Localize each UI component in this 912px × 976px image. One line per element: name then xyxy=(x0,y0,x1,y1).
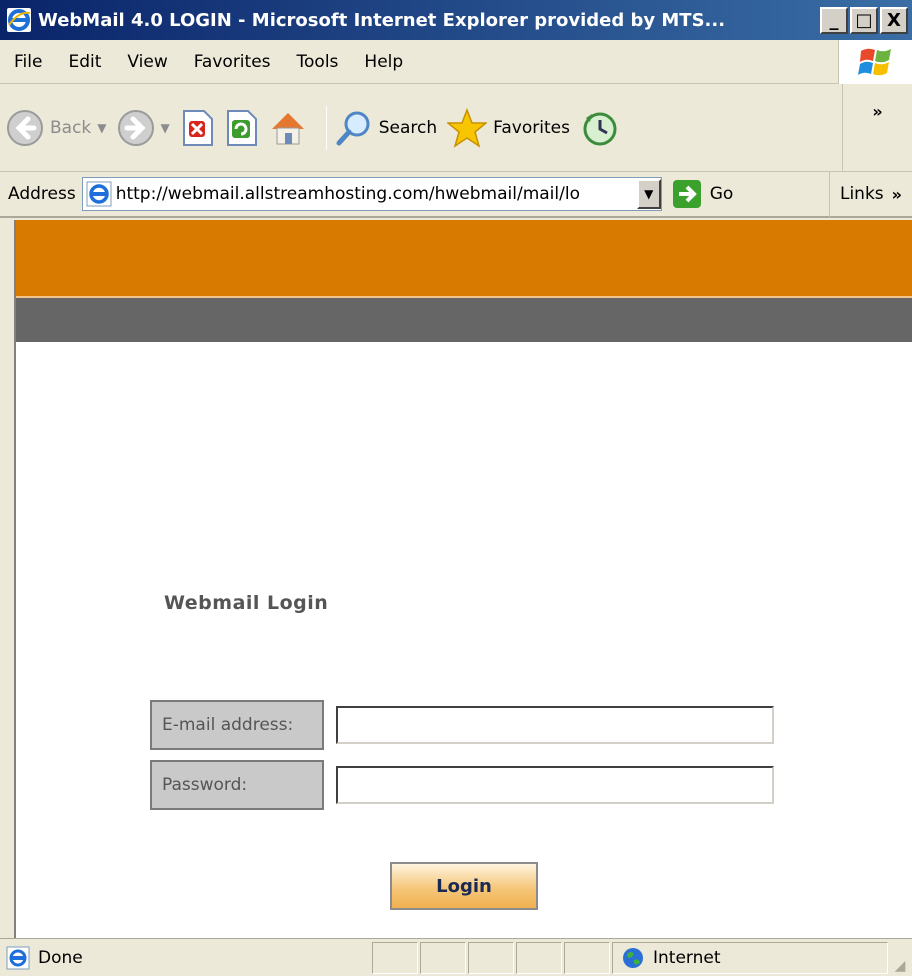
forward-dropdown-icon[interactable]: ▼ xyxy=(161,121,170,135)
home-button[interactable] xyxy=(268,109,308,147)
status-main: Done xyxy=(0,946,372,970)
forward-button[interactable]: ▼ xyxy=(117,109,170,147)
go-label: Go xyxy=(709,184,734,204)
window-title: WebMail 4.0 LOGIN - Microsoft Internet E… xyxy=(38,9,726,31)
back-arrow-icon xyxy=(7,109,43,146)
menu-bar: File Edit View Favorites Tools Help xyxy=(0,39,912,84)
status-bar: Done Internet ◢ xyxy=(0,938,912,976)
close-icon: X xyxy=(887,9,901,31)
status-cell xyxy=(564,941,610,974)
search-label: Search xyxy=(378,117,438,138)
address-dropdown-button[interactable]: ▼ xyxy=(636,179,661,209)
nav-band xyxy=(16,298,912,342)
go-button[interactable]: Go xyxy=(672,179,734,209)
status-cell xyxy=(516,941,562,974)
chevron-down-icon: ▼ xyxy=(644,187,654,201)
ie-logo-icon xyxy=(7,8,31,32)
login-button[interactable]: Login xyxy=(390,862,538,910)
search-icon xyxy=(336,111,370,145)
refresh-button[interactable] xyxy=(224,109,258,147)
history-button[interactable] xyxy=(580,108,620,148)
refresh-icon xyxy=(226,109,257,146)
password-field[interactable] xyxy=(336,766,774,804)
minimize-icon: _ xyxy=(829,9,839,31)
minimize-button[interactable]: _ xyxy=(820,6,848,34)
favorites-button[interactable]: Favorites xyxy=(447,107,570,148)
menu-help[interactable]: Help xyxy=(350,52,415,72)
address-field[interactable]: http://webmail.allstreamhosting.com/hweb… xyxy=(81,177,662,211)
address-bar: Address http://webmail.allstreamhosting.… xyxy=(0,171,912,218)
maximize-button[interactable]: □ xyxy=(850,6,878,34)
toolbar-separator xyxy=(325,105,327,150)
password-label: Password: xyxy=(150,760,324,810)
search-button[interactable]: Search xyxy=(335,109,437,147)
favorites-star-icon xyxy=(447,107,488,148)
status-cell xyxy=(468,941,514,974)
window-titlebar[interactable]: WebMail 4.0 LOGIN - Microsoft Internet E… xyxy=(0,0,912,40)
status-text: Done xyxy=(38,947,83,968)
back-button[interactable]: Back ▼ xyxy=(6,109,107,147)
home-icon xyxy=(271,112,304,144)
history-icon xyxy=(583,112,617,145)
menu-favorites[interactable]: Favorites xyxy=(180,52,283,72)
links-toolbar[interactable]: Links » xyxy=(828,171,912,217)
menu-file[interactable]: File xyxy=(0,52,54,72)
menu-view[interactable]: View xyxy=(113,52,179,72)
favorites-label: Favorites xyxy=(493,117,570,138)
menu-tools[interactable]: Tools xyxy=(283,52,351,72)
windows-logo xyxy=(838,39,912,84)
status-cell xyxy=(372,941,418,974)
address-url[interactable]: http://webmail.allstreamhosting.com/hweb… xyxy=(112,184,637,204)
back-dropdown-icon[interactable]: ▼ xyxy=(97,121,106,135)
page-viewport: Webmail Login E-mail address: Password: … xyxy=(14,220,912,938)
toolbar-overflow-button[interactable]: » xyxy=(842,83,912,172)
resize-grip-icon[interactable]: ◢ xyxy=(888,942,912,974)
standard-toolbar: Back ▼ ▼ Search Favorites » xyxy=(0,83,912,172)
page-ie-icon xyxy=(86,181,112,207)
back-label: Back xyxy=(50,117,92,138)
login-heading: Webmail Login xyxy=(164,592,329,614)
stop-icon xyxy=(182,109,213,146)
links-label: Links xyxy=(839,184,884,204)
windows-flag-icon xyxy=(857,48,891,75)
email-label: E-mail address: xyxy=(150,700,324,750)
email-row: E-mail address: xyxy=(150,700,774,750)
email-field[interactable] xyxy=(336,706,774,744)
zone-label: Internet xyxy=(653,947,721,968)
menu-edit[interactable]: Edit xyxy=(54,52,113,72)
page-done-icon xyxy=(6,946,30,969)
go-arrow-icon xyxy=(672,180,701,208)
stop-button[interactable] xyxy=(180,109,214,147)
forward-arrow-icon xyxy=(117,109,154,146)
header-banner xyxy=(16,220,912,296)
status-cell xyxy=(420,941,466,974)
password-row: Password: xyxy=(150,760,774,810)
links-overflow-icon[interactable]: » xyxy=(892,185,902,204)
close-button[interactable]: X xyxy=(880,6,908,34)
internet-globe-icon xyxy=(623,947,643,968)
maximize-icon: □ xyxy=(855,9,873,31)
address-label: Address xyxy=(8,184,76,204)
security-zone[interactable]: Internet xyxy=(612,941,888,974)
